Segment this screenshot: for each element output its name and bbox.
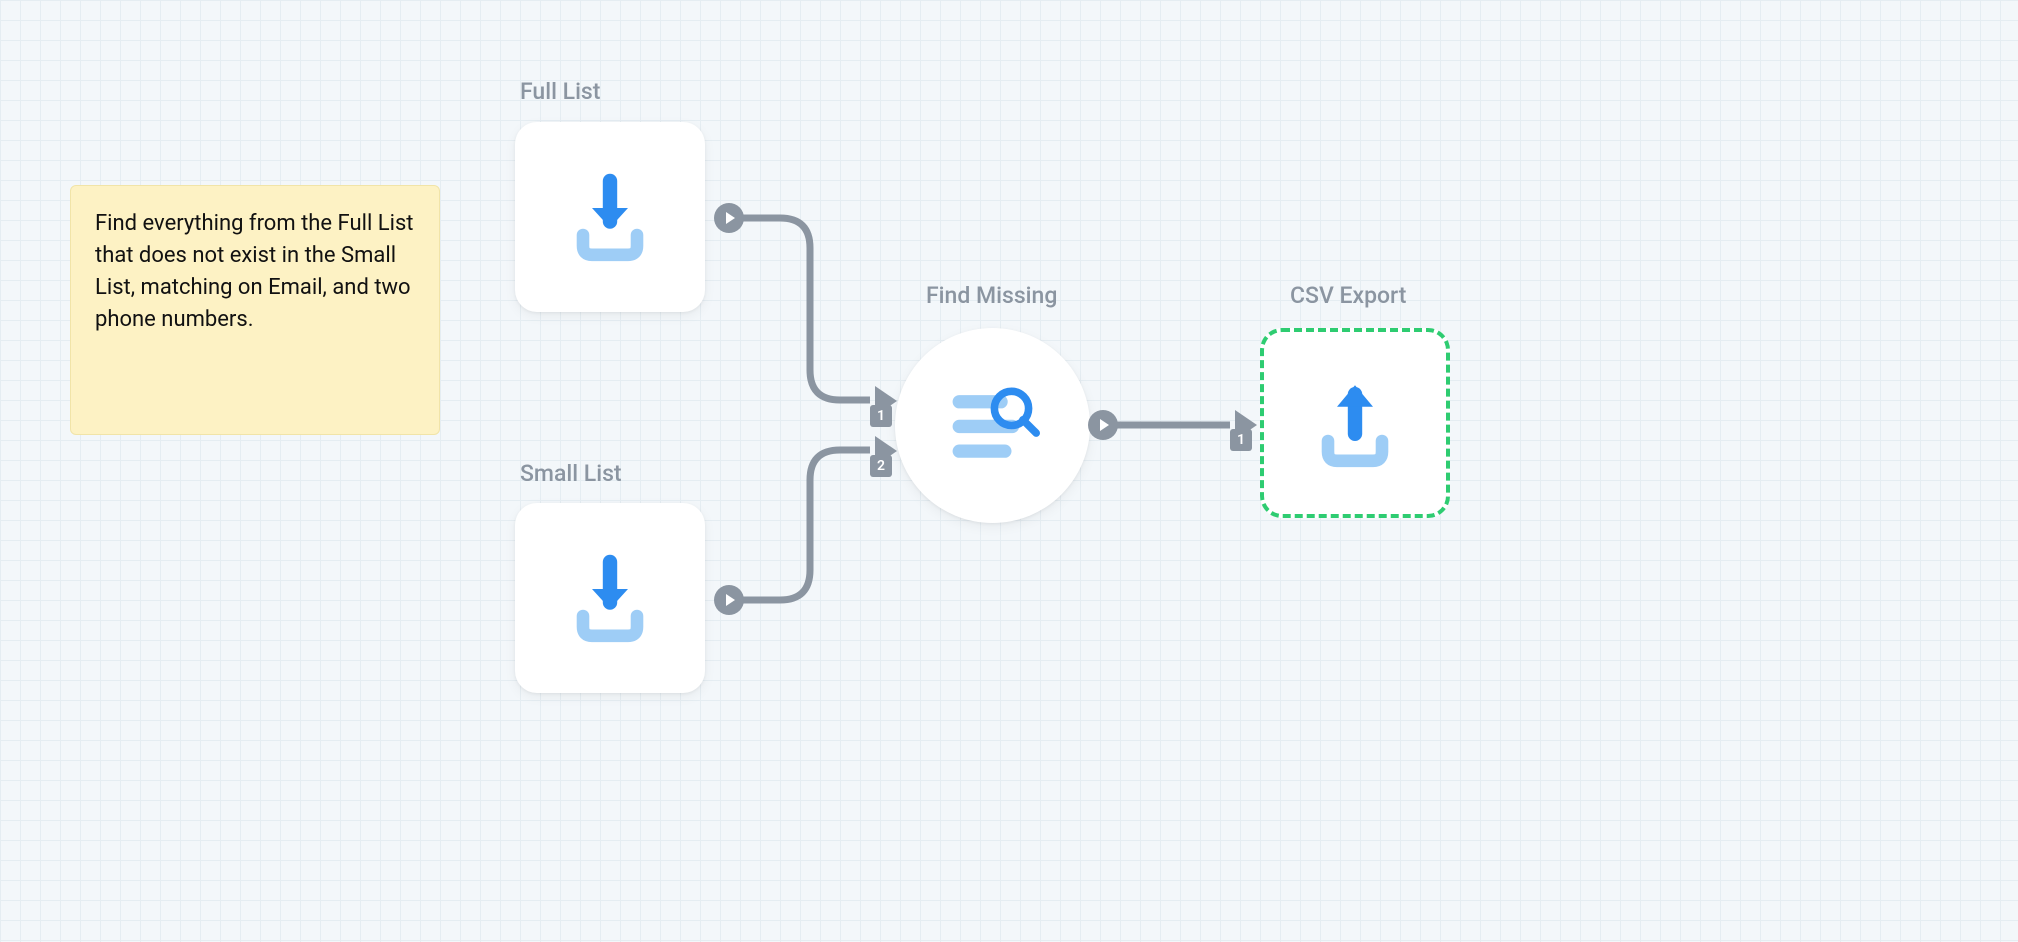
node-label-small-list: Small List	[520, 460, 622, 487]
port-out-find-missing[interactable]	[1088, 410, 1118, 440]
node-find-missing[interactable]	[895, 328, 1090, 523]
node-label-csv-export: CSV Export	[1290, 282, 1406, 309]
port-badge-find-missing-1: 1	[870, 405, 892, 427]
node-full-list[interactable]	[515, 122, 705, 312]
diagram-canvas[interactable]: Find everything from the Full List that …	[0, 0, 2018, 942]
upload-icon	[1310, 378, 1400, 468]
port-out-full-list[interactable]	[714, 203, 744, 233]
download-icon	[565, 172, 655, 262]
node-small-list[interactable]	[515, 503, 705, 693]
sticky-note[interactable]: Find everything from the Full List that …	[70, 185, 440, 435]
search-list-icon	[945, 378, 1040, 473]
node-csv-export[interactable]	[1260, 328, 1450, 518]
sticky-note-text: Find everything from the Full List that …	[95, 211, 414, 332]
port-out-small-list[interactable]	[714, 585, 744, 615]
port-badge-find-missing-2: 2	[870, 455, 892, 477]
port-badge-csv-export-1: 1	[1230, 429, 1252, 451]
node-label-find-missing: Find Missing	[926, 282, 1057, 309]
download-icon	[565, 553, 655, 643]
node-label-full-list: Full List	[520, 78, 600, 105]
